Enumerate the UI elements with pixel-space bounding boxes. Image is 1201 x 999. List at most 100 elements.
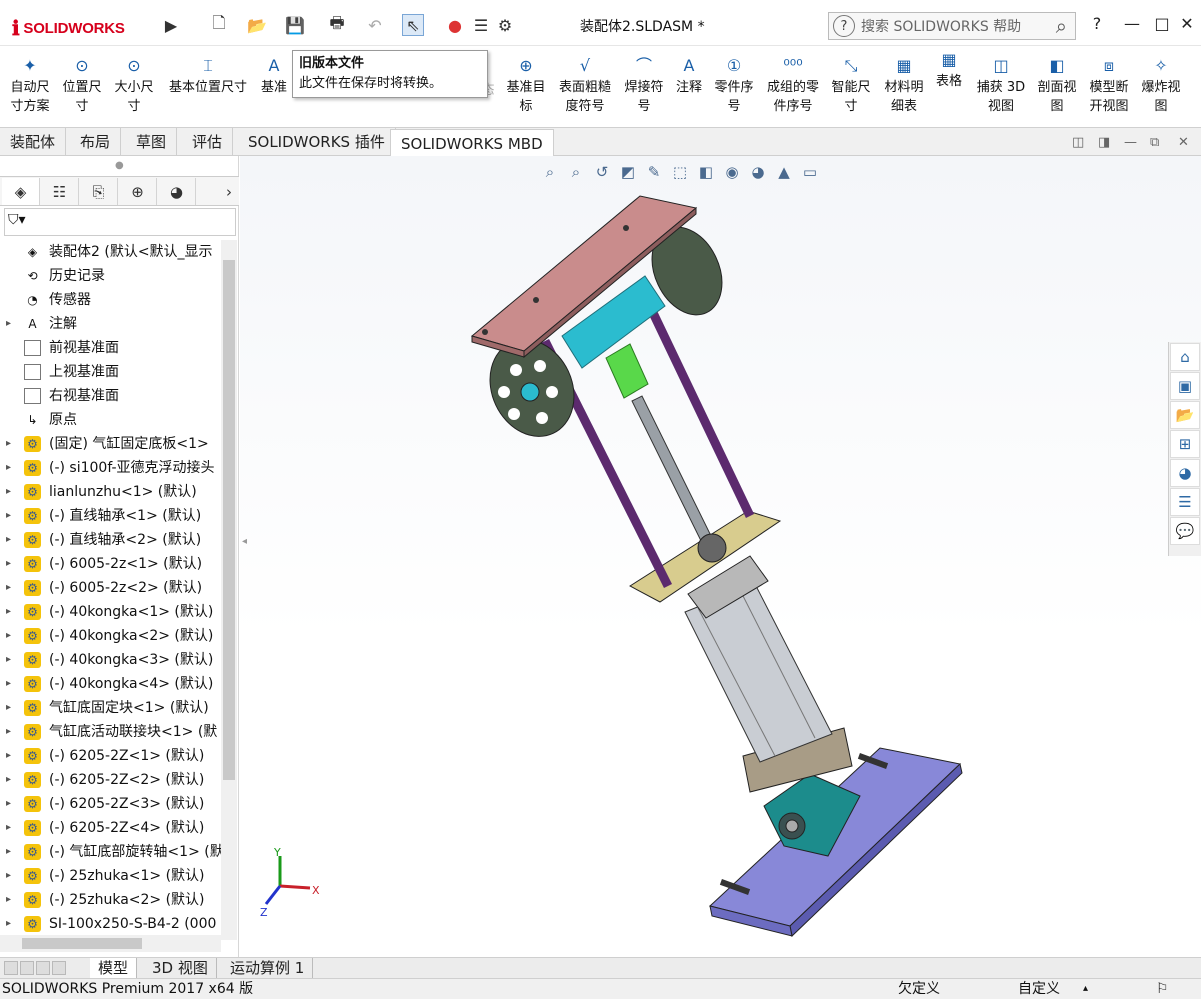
units-dropdown-icon[interactable]: ▴ [1083, 979, 1088, 999]
scroll-thumb[interactable] [223, 260, 235, 780]
tree-item[interactable]: ▸ ⚙ (-) 40kongka<4> (默认) [0, 672, 221, 696]
units-status[interactable]: 自定义 [1018, 979, 1060, 999]
menu-expand-icon[interactable]: ▶ [160, 14, 182, 36]
cmd-note[interactable]: A 注释 [672, 54, 706, 97]
tab-addins[interactable]: SOLIDWORKS 插件 [238, 128, 396, 156]
tree-item[interactable]: ▸ ⚙ (-) 40kongka<1> (默认) [0, 600, 221, 624]
tree-item[interactable]: ▸ ⚙ 气缸底固定块<1> (默认) [0, 696, 221, 720]
rebuild-icon[interactable]: ● [444, 14, 466, 36]
expand-arrow-icon[interactable]: ▸ [6, 504, 11, 528]
property-manager-tab-icon[interactable]: ☷ [41, 178, 79, 205]
expand-arrow-icon[interactable]: ▸ [6, 888, 11, 912]
status-icon[interactable]: ⚐ [1156, 979, 1169, 999]
scroll-thumb[interactable] [22, 938, 142, 949]
new-document-icon[interactable]: 🗋 [208, 13, 230, 36]
expand-arrow-icon[interactable]: ▸ [6, 576, 11, 600]
maximize-button[interactable]: □ [1151, 12, 1173, 34]
tree-horizontal-scrollbar[interactable] [0, 935, 221, 952]
tab-motion-study[interactable]: 运动算例 1 [222, 958, 314, 978]
cmd-datum[interactable]: A 基准 [256, 54, 292, 97]
tab-model[interactable]: 模型 [90, 958, 138, 978]
tree-item[interactable]: ↳ 原点 [0, 408, 221, 432]
tree-item[interactable]: ▸ ⚙ (-) 6205-2Z<1> (默认) [0, 744, 221, 768]
help-button[interactable]: ? [1086, 12, 1108, 34]
configuration-manager-tab-icon[interactable]: ⎘ [80, 178, 118, 205]
cmd-stacked-balloon[interactable]: ⁰⁰⁰ 成组的零 件序号 [764, 54, 822, 116]
tree-item[interactable]: ▸ ⚙ (-) 25zhuka<2> (默认) [0, 888, 221, 912]
cmd-model-break-view[interactable]: ⧈ 模型断 开视图 [1086, 54, 1132, 116]
tab-layout[interactable]: 布局 [70, 128, 122, 156]
custom-properties-icon[interactable]: ☰ [1170, 488, 1200, 516]
options-gear-icon[interactable]: ⚙ [494, 14, 516, 36]
file-properties-icon[interactable]: ☰ [470, 14, 492, 36]
expand-arrow-icon[interactable]: ▸ [6, 480, 11, 504]
panel-collapse-handle-icon[interactable]: ◂ [242, 536, 247, 547]
print-icon[interactable]: 🖶 [326, 13, 348, 36]
tab-nav-last-icon[interactable] [52, 961, 66, 975]
solidworks-forum-icon[interactable]: 💬 [1170, 517, 1200, 545]
doc-close-icon[interactable]: ✕ [1178, 135, 1189, 150]
tree-item[interactable]: ▸ ⚙ (-) 40kongka<3> (默认) [0, 648, 221, 672]
tree-item[interactable]: ▸ ⚙ (-) 25zhuka<1> (默认) [0, 864, 221, 888]
expand-arrow-icon[interactable]: ▸ [6, 600, 11, 624]
help-search-box[interactable]: ? 搜索 SOLIDWORKS 帮助 ⌕ [828, 12, 1076, 40]
design-library-icon[interactable]: ▣ [1170, 372, 1200, 400]
cmd-bom[interactable]: ▦ 材料明 细表 [882, 54, 926, 116]
tree-item[interactable]: 上视基准面 [0, 360, 221, 384]
expand-arrow-icon[interactable]: ▸ [6, 312, 11, 336]
cmd-section-view[interactable]: ◧ 剖面视 图 [1034, 54, 1080, 116]
cmd-smart-dimension[interactable]: ⤡ 智能尺 寸 [829, 54, 873, 116]
cmd-weld-symbol[interactable]: ⌒ 焊接符 号 [622, 54, 666, 116]
cmd-basic-location-dimension[interactable]: ⌶ 基本位置尺寸 [162, 54, 254, 97]
expand-arrow-icon[interactable]: ▸ [6, 840, 11, 864]
cmd-datum-target[interactable]: ⊕ 基准目 标 [504, 54, 548, 116]
expand-arrow-icon[interactable]: ▸ [6, 624, 11, 648]
expand-arrow-icon[interactable]: ▸ [6, 432, 11, 456]
expand-arrow-icon[interactable]: ▸ [6, 456, 11, 480]
tree-item[interactable]: ▸ ⚙ (-) 6005-2z<1> (默认) [0, 552, 221, 576]
tree-vertical-scrollbar[interactable] [221, 240, 237, 940]
tree-item[interactable]: ▸ ⚙ lianlunzhu<1> (默认) [0, 480, 221, 504]
close-button[interactable]: ✕ [1176, 12, 1198, 34]
tree-filter[interactable]: ⛉▾ [4, 208, 236, 236]
tab-assembly[interactable]: 装配体 [0, 128, 67, 156]
tree-item[interactable]: ▸ ⚙ SI-100x250-S-B4-2 (000 [0, 912, 221, 936]
expand-arrow-icon[interactable]: ▸ [6, 768, 11, 792]
tab-nav-prev-icon[interactable] [20, 961, 34, 975]
tab-evaluate[interactable]: 评估 [182, 128, 234, 156]
expand-arrow-icon[interactable]: ▸ [6, 672, 11, 696]
expand-arrow-icon[interactable]: ▸ [6, 552, 11, 576]
doc-minimize-icon[interactable]: — [1124, 135, 1137, 150]
view-palette-icon[interactable]: ⊞ [1170, 430, 1200, 458]
expand-arrow-icon[interactable]: ▸ [6, 792, 11, 816]
tree-item[interactable]: ◈ 装配体2 (默认<默认_显示 [0, 240, 221, 264]
tree-item[interactable]: ▸ ⚙ (-) 6205-2Z<2> (默认) [0, 768, 221, 792]
cmd-exploded-view[interactable]: ✧ 爆炸视 图 [1138, 54, 1184, 116]
open-document-icon[interactable]: 📂 [246, 14, 268, 36]
expand-arrow-icon[interactable]: ▸ [6, 720, 11, 744]
tree-item[interactable]: ▸ ⚙ (-) si100f-亚德克浮动接头 [0, 456, 221, 480]
magnifier-icon[interactable]: ⌕ [1056, 14, 1067, 38]
assembly-model[interactable]: Y X Z [240, 156, 1201, 957]
tab-nav-first-icon[interactable] [4, 961, 18, 975]
tree-item[interactable]: 前视基准面 [0, 336, 221, 360]
expand-arrow-icon[interactable]: ▸ [6, 648, 11, 672]
select-icon[interactable]: ⇖ [402, 14, 424, 36]
tree-item[interactable]: ▸ ⚙ (-) 40kongka<2> (默认) [0, 624, 221, 648]
tab-3d-views[interactable]: 3D 视图 [144, 958, 217, 978]
graphics-area[interactable]: ⌕ ⌕ ↺ ◩ ✎ ⬚ ◧ ◉ ◕ ▲ ▭ Y X Z ◂ ⌂ ▣ 📂 ⊞ ◕ … [240, 156, 1201, 957]
solidworks-logo[interactable]: ℹ︎ SOLIDWORKS [12, 12, 154, 44]
undo-icon[interactable]: ↶ [364, 14, 386, 36]
expand-arrow-icon[interactable]: ▸ [6, 864, 11, 888]
cmd-capture-3d-view[interactable]: ◫ 捕获 3D 视图 [974, 54, 1028, 116]
panel-grip-icon[interactable]: ● [115, 160, 124, 171]
cmd-table[interactable]: ▦ 表格 [933, 48, 965, 91]
cmd-location-dimension[interactable]: ⊙ 位置尺 寸 [58, 54, 106, 116]
tile-right-icon[interactable]: ◨ [1098, 135, 1110, 150]
expand-arrow-icon[interactable]: ▸ [6, 912, 11, 936]
appearances-icon[interactable]: ◕ [1170, 459, 1200, 487]
tree-item[interactable]: ▸ ⚙ (-) 直线轴承<2> (默认) [0, 528, 221, 552]
tab-sketch[interactable]: 草图 [126, 128, 178, 156]
tab-nav-next-icon[interactable] [36, 961, 50, 975]
doc-restore-icon[interactable]: ⧉ [1150, 135, 1159, 150]
